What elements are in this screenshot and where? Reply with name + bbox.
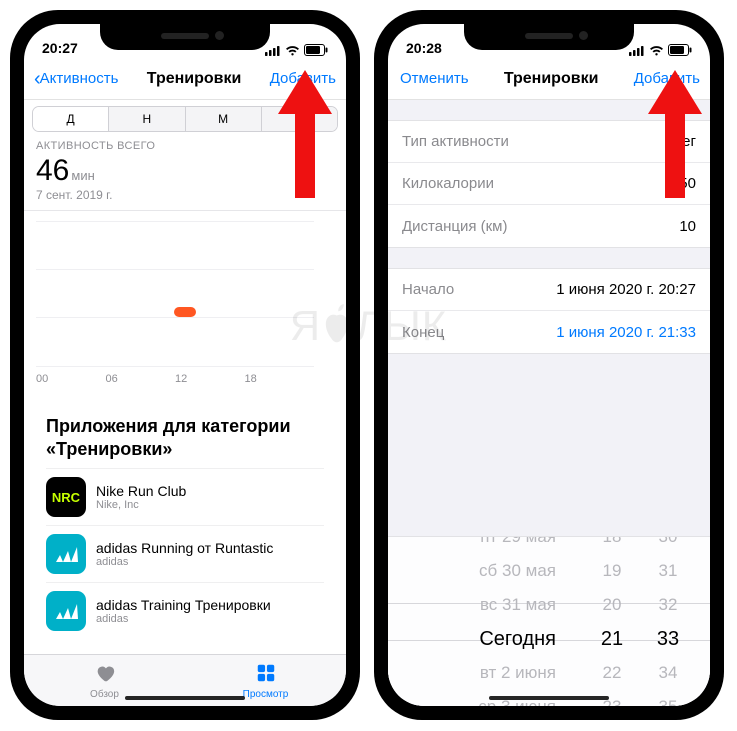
activity-chart: 00 06 12 18 xyxy=(24,211,346,391)
signal-icon xyxy=(265,45,281,56)
row-distance[interactable]: Дистанция (км) 10 xyxy=(388,205,710,247)
heart-icon xyxy=(94,662,116,687)
x-tick: 12 xyxy=(175,373,245,385)
home-indicator[interactable] xyxy=(125,696,245,700)
app-icon-adidas xyxy=(46,591,86,631)
segment-day[interactable]: Д xyxy=(33,107,109,131)
signal-icon xyxy=(629,45,645,56)
app-name: adidas Running от Runtastic xyxy=(96,540,273,556)
row-key: Тип активности xyxy=(402,133,509,150)
app-vendor: adidas xyxy=(96,556,273,568)
apps-section: Приложения для категории «Тренировки» NR… xyxy=(34,405,336,649)
battery-icon xyxy=(668,44,692,56)
row-end[interactable]: Конец 1 июня 2020 г. 21:33 xyxy=(388,311,710,353)
picker-minute-column[interactable]: 30 31 32 33 34 35 xyxy=(640,537,696,706)
app-vendor: Nike, Inc xyxy=(96,499,186,511)
row-key: Начало xyxy=(402,281,454,298)
cancel-button[interactable]: Отменить xyxy=(400,70,469,87)
date-time-picker[interactable]: пт 29 мая сб 30 мая вс 31 мая Сегодня вт… xyxy=(388,536,710,706)
app-name: Nike Run Club xyxy=(96,483,186,499)
row-value: 1 июня 2020 г. 21:33 xyxy=(556,324,696,341)
home-indicator[interactable] xyxy=(489,696,609,700)
x-tick: 06 xyxy=(106,373,176,385)
notch xyxy=(100,24,270,50)
picker-hour-column[interactable]: 18 19 20 21 22 23 xyxy=(584,537,640,706)
annotation-arrow xyxy=(640,70,710,200)
grid-icon xyxy=(255,662,277,687)
status-time: 20:27 xyxy=(42,40,78,56)
wifi-icon xyxy=(649,45,664,56)
x-tick: 18 xyxy=(245,373,315,385)
total-unit: мин xyxy=(71,168,94,183)
segment-week[interactable]: Н xyxy=(109,107,185,131)
back-button[interactable]: ‹ Активность xyxy=(34,69,118,89)
chart-bar xyxy=(174,307,196,317)
tab-label: Обзор xyxy=(90,689,119,700)
row-start[interactable]: Начало 1 июня 2020 г. 20:27 xyxy=(388,269,710,311)
battery-icon xyxy=(304,44,328,56)
app-icon-nrc: NRC xyxy=(46,477,86,517)
app-row[interactable]: adidas Training Тренировки adidas xyxy=(46,582,324,639)
apps-header: Приложения для категории «Тренировки» xyxy=(46,415,324,460)
row-key: Килокалории xyxy=(402,175,494,192)
form-group-time: Начало 1 июня 2020 г. 20:27 Конец 1 июня… xyxy=(388,268,710,354)
app-name: adidas Training Тренировки xyxy=(96,597,271,613)
row-key: Дистанция (км) xyxy=(402,218,508,235)
app-icon-adidas xyxy=(46,534,86,574)
wifi-icon xyxy=(285,45,300,56)
app-vendor: adidas xyxy=(96,613,271,625)
annotation-arrow xyxy=(270,70,340,200)
app-row[interactable]: adidas Running от Runtastic adidas xyxy=(46,525,324,582)
row-key: Конец xyxy=(402,324,444,341)
row-value: 10 xyxy=(679,218,696,235)
back-label: Активность xyxy=(40,70,119,87)
x-tick: 00 xyxy=(36,373,106,385)
segment-month[interactable]: М xyxy=(186,107,262,131)
nav-title: Тренировки xyxy=(504,70,599,88)
total-value: 46 xyxy=(36,154,69,187)
notch xyxy=(464,24,634,50)
nav-title: Тренировки xyxy=(147,70,242,88)
status-time: 20:28 xyxy=(406,40,442,56)
picker-date-column[interactable]: пт 29 мая сб 30 мая вс 31 мая Сегодня вт… xyxy=(414,537,564,706)
tab-label: Просмотр xyxy=(243,689,289,700)
row-value: 1 июня 2020 г. 20:27 xyxy=(556,281,696,298)
app-row[interactable]: NRC Nike Run Club Nike, Inc xyxy=(46,468,324,525)
